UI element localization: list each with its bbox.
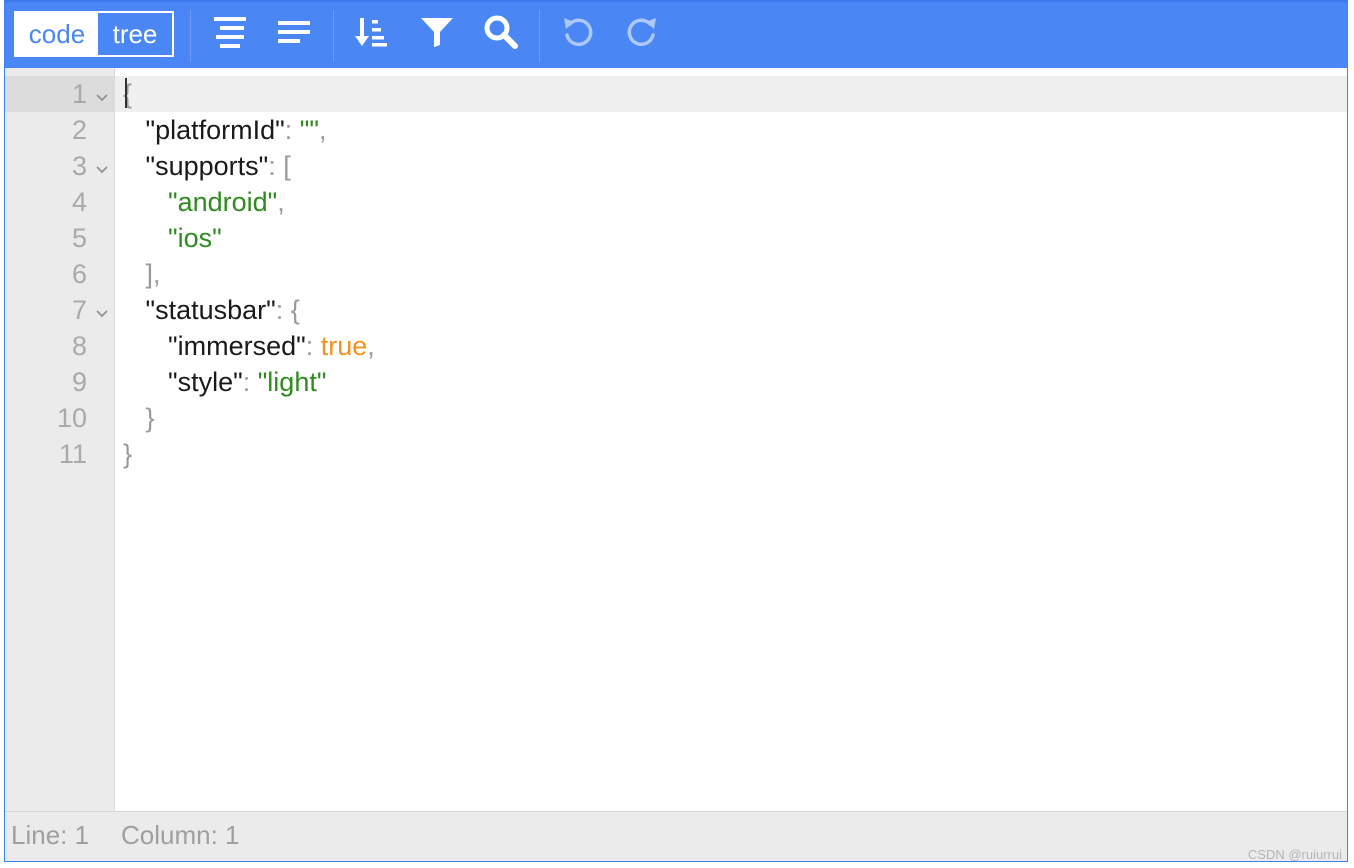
- line-number: 11: [58, 439, 87, 469]
- token-str: "android": [168, 187, 278, 217]
- chevron-down-icon: [96, 166, 108, 174]
- token-punct: ,: [277, 187, 285, 217]
- token-str: "light": [257, 367, 327, 397]
- token-punct: :: [305, 331, 321, 361]
- code-line[interactable]: }: [123, 436, 132, 472]
- status-bar: Line: 1 Column: 1: [5, 811, 1347, 861]
- format-button[interactable]: [204, 8, 256, 56]
- token-str: "": [299, 115, 319, 145]
- text-cursor: [125, 78, 127, 108]
- token-punct: :: [284, 115, 300, 145]
- chevron-down-icon: [96, 94, 108, 102]
- redo-button[interactable]: [616, 8, 668, 56]
- status-line: Line: 1: [11, 820, 90, 850]
- token-punct: ,: [318, 115, 327, 145]
- token-key: "supports": [145, 151, 269, 181]
- filter-button[interactable]: [411, 8, 463, 56]
- code-line[interactable]: "statusbar": {: [123, 292, 300, 328]
- code-line[interactable]: "supports": [: [123, 148, 291, 184]
- line-number: 4: [71, 187, 87, 217]
- toolbar-divider: [539, 10, 540, 62]
- line-number: 3: [71, 151, 87, 181]
- fold-toggle[interactable]: [95, 80, 109, 116]
- toolbar-divider: [190, 10, 191, 62]
- token-key: "immersed": [168, 331, 306, 361]
- code-line[interactable]: "platformId": "",: [123, 112, 327, 148]
- sort-button[interactable]: [346, 8, 398, 56]
- token-key: "style": [168, 367, 243, 397]
- toolbar-divider: [333, 10, 334, 62]
- code-line[interactable]: }: [123, 400, 155, 436]
- sort-icon: [355, 18, 387, 47]
- chevron-down-icon: [96, 310, 108, 318]
- filter-icon: [421, 18, 453, 47]
- token-punct: ],: [145, 259, 161, 289]
- code-line[interactable]: "ios": [123, 220, 222, 256]
- watermark: CSDN @ruiurrui: [1247, 847, 1342, 862]
- compact-button[interactable]: [268, 8, 320, 56]
- mode-tree-button[interactable]: tree: [98, 13, 172, 55]
- line-number: 2: [71, 115, 87, 145]
- code-line[interactable]: "style": "light": [123, 364, 326, 400]
- fold-toggle[interactable]: [95, 296, 109, 332]
- undo-icon: [564, 18, 593, 47]
- line-number: 6: [71, 259, 87, 289]
- code-line[interactable]: "android",: [123, 184, 285, 220]
- token-key: "statusbar": [145, 295, 276, 325]
- mode-switch: code tree: [14, 11, 174, 57]
- line-number: 8: [71, 331, 87, 361]
- token-punct: }: [123, 439, 133, 469]
- code-line[interactable]: ],: [123, 256, 161, 292]
- undo-button[interactable]: [552, 8, 604, 56]
- token-punct: : {: [275, 295, 300, 325]
- line-number: 10: [56, 403, 87, 433]
- format-icon: [214, 17, 246, 48]
- active-line-highlight: [5, 76, 1347, 112]
- search-icon: [484, 15, 518, 49]
- token-bool: true: [320, 331, 368, 361]
- status-column: Column: 1: [121, 820, 240, 850]
- mode-code-button[interactable]: code: [16, 13, 98, 55]
- token-punct: : [: [268, 151, 291, 181]
- token-punct: }: [145, 403, 155, 433]
- toolbar: code tree: [5, 0, 1347, 68]
- token-str: "ios": [168, 223, 222, 253]
- token-punct: ,: [367, 331, 375, 361]
- code-line[interactable]: "immersed": true,: [123, 328, 375, 364]
- json-editor: code tree 1 {2 "platformId": "", 3 "sup…: [4, 0, 1348, 862]
- fold-toggle[interactable]: [95, 152, 109, 188]
- line-number: 7: [71, 295, 87, 325]
- token-punct: :: [242, 367, 258, 397]
- search-button[interactable]: [475, 8, 527, 56]
- line-number: 1: [71, 79, 87, 109]
- compact-icon: [278, 21, 310, 43]
- token-key: "platformId": [145, 115, 285, 145]
- line-number: 9: [71, 367, 87, 397]
- line-number: 5: [71, 223, 87, 253]
- redo-icon: [627, 18, 656, 47]
